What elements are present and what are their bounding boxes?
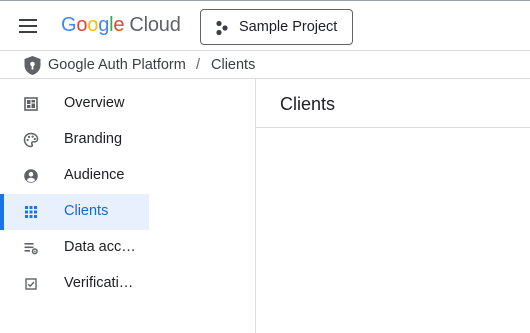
sidebar-nav: Overview Branding Audience Clients Data … bbox=[0, 86, 256, 333]
sidebar-divider bbox=[255, 79, 256, 333]
google-cloud-logo[interactable]: Google Cloud bbox=[61, 14, 181, 37]
project-dots-icon bbox=[216, 20, 228, 36]
sidebar-item-label: Data acc… bbox=[64, 239, 136, 255]
top-bar: Google Cloud Sample Project bbox=[0, 0, 530, 50]
breadcrumb: Google Auth Platform / Clients bbox=[0, 50, 530, 79]
project-name: Sample Project bbox=[239, 19, 338, 35]
sidebar-item-label: Overview bbox=[64, 95, 125, 111]
sidebar-item-label: Clients bbox=[64, 203, 109, 219]
menu-line bbox=[19, 19, 37, 21]
page-title: Clients bbox=[280, 94, 336, 114]
sidebar-item-label: Audience bbox=[64, 167, 125, 183]
sidebar-item-label: Verificati… bbox=[64, 275, 134, 291]
hamburger-menu-icon[interactable] bbox=[17, 18, 39, 34]
sidebar-item-clients[interactable]: Clients bbox=[0, 194, 149, 230]
verification-checkbox-icon bbox=[25, 278, 37, 290]
sidebar-item-overview[interactable]: Overview bbox=[0, 86, 149, 122]
shield-icon bbox=[24, 56, 41, 75]
logo-letter: o bbox=[76, 14, 88, 36]
project-picker-button[interactable]: Sample Project bbox=[200, 9, 353, 45]
sidebar-item-verification[interactable]: Verificati… bbox=[0, 266, 149, 302]
logo-letter: G bbox=[61, 14, 77, 36]
logo-product-name: Cloud bbox=[129, 14, 181, 36]
dashboard-icon bbox=[24, 97, 38, 111]
account-circle-icon bbox=[24, 169, 38, 183]
breadcrumb-current: Clients bbox=[211, 57, 256, 73]
logo-letter: g bbox=[98, 14, 110, 36]
sidebar-item-audience[interactable]: Audience bbox=[0, 158, 149, 194]
sidebar-item-branding[interactable]: Branding bbox=[0, 122, 149, 158]
logo-letter: o bbox=[87, 14, 99, 36]
sidebar-item-label: Branding bbox=[64, 131, 123, 147]
menu-line bbox=[19, 25, 37, 27]
breadcrumb-separator: / bbox=[196, 57, 201, 73]
breadcrumb-auth-platform[interactable]: Google Auth Platform bbox=[48, 57, 186, 73]
sidebar-item-data-access[interactable]: Data acc… bbox=[0, 230, 149, 266]
title-divider bbox=[256, 127, 530, 128]
data-access-icon bbox=[24, 243, 38, 255]
apps-grid-icon bbox=[25, 206, 37, 218]
menu-line bbox=[19, 31, 37, 33]
logo-letter: e bbox=[113, 14, 125, 36]
palette-icon bbox=[23, 132, 39, 148]
